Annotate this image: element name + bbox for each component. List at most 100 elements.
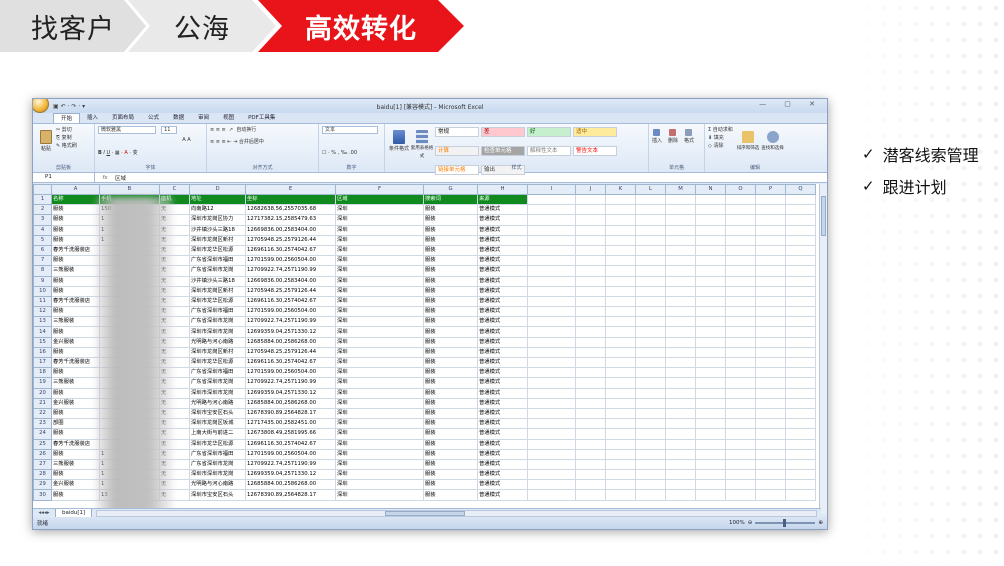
cell[interactable] [725,306,756,318]
cell[interactable]: 广东省深圳市福田 [189,255,246,267]
row-header[interactable]: 27 [33,458,52,471]
cell[interactable] [695,193,726,206]
cell[interactable] [605,285,636,297]
cell[interactable] [785,224,816,236]
merge-center-button[interactable]: 合并后居中 [239,139,264,145]
cell[interactable] [785,469,816,481]
cell[interactable] [605,489,636,501]
cell[interactable] [635,458,666,471]
cell[interactable]: 光明路与河心南路 [189,336,246,348]
font-name-select[interactable]: 微软雅黑 [98,126,156,134]
cell[interactable] [755,367,786,379]
cell[interactable] [527,285,576,297]
row-header[interactable]: 21 [33,397,52,409]
cell[interactable] [695,336,726,348]
cell[interactable] [725,204,756,216]
cell[interactable] [755,387,786,399]
cell[interactable] [785,418,816,430]
vertical-scrollbar[interactable] [819,184,827,514]
cell[interactable] [575,356,606,369]
cell[interactable] [755,438,786,450]
cell[interactable]: 12685884.00,2586268.00 [245,397,336,409]
cell[interactable]: 深圳 [335,234,424,246]
cell[interactable]: 12685884.00,2586268.00 [245,336,336,348]
cell[interactable]: 服装 [51,448,100,460]
cell[interactable] [575,265,606,277]
column-header[interactable]: E [245,184,336,195]
cell[interactable] [605,346,636,359]
cell[interactable] [605,255,636,267]
cell[interactable]: 深圳 [335,438,424,450]
cell[interactable] [785,193,816,206]
cell[interactable] [527,367,576,379]
cell[interactable] [605,387,636,399]
cell[interactable] [725,469,756,481]
cell[interactable]: 深圳 [335,244,424,257]
format-painter-button[interactable]: ✎ 格式刷 [56,142,77,150]
cell[interactable] [695,214,726,226]
cell[interactable]: 普通模式 [477,448,528,460]
cell[interactable]: 普通模式 [477,377,528,389]
cell[interactable] [665,193,696,206]
cell[interactable]: 普通模式 [477,479,528,491]
cell[interactable]: 服装 [423,489,478,501]
cell[interactable]: 服装 [423,224,478,236]
row-header[interactable]: 25 [33,438,52,450]
cell[interactable]: 服装 [423,306,478,318]
cell[interactable] [605,367,636,379]
cell[interactable] [695,346,726,359]
number-format-buttons[interactable]: ☐ · % , ‰ .00 [322,149,381,157]
cell[interactable]: 普通模式 [477,224,528,236]
cell[interactable]: 深圳 [335,336,424,348]
cell[interactable] [725,316,756,328]
cell[interactable] [527,336,576,348]
cell[interactable]: 广东省深圳市福田 [189,306,246,318]
cell[interactable] [635,204,666,216]
cell[interactable]: 金兴服装 [51,397,100,409]
cell[interactable] [755,326,786,338]
cell[interactable]: 普通模式 [477,275,528,287]
cell[interactable] [575,255,606,267]
cell[interactable] [575,418,606,430]
cell[interactable] [695,458,726,471]
cell[interactable]: 深圳市深圳市龙岗 [189,387,246,399]
cell[interactable]: 12699359.04,2571330.12 [245,326,336,338]
cell[interactable] [527,397,576,409]
cell[interactable] [665,458,696,471]
autosum-button[interactable]: Σ 自动求和 [708,126,733,134]
cell[interactable]: 普通模式 [477,326,528,338]
cell[interactable] [575,469,606,481]
cell[interactable] [635,367,666,379]
cell[interactable] [785,316,816,328]
cell[interactable] [695,448,726,460]
cell[interactable] [665,346,696,359]
cell[interactable] [785,275,816,287]
cell[interactable]: 普通模式 [477,469,528,481]
cell[interactable]: 服装 [423,428,478,440]
ribbon-tab[interactable]: 数据 [166,113,191,123]
cell[interactable] [527,234,576,246]
cell[interactable]: 普通模式 [477,428,528,440]
cell[interactable] [665,224,696,236]
cell[interactable] [527,377,576,389]
cell[interactable] [665,275,696,287]
cell[interactable] [695,204,726,216]
cell[interactable]: 服装 [51,428,100,440]
cell[interactable] [575,336,606,348]
cell[interactable] [665,265,696,277]
cell[interactable]: 服装 [423,397,478,409]
header-cell[interactable]: 坐标 [245,193,336,206]
column-header[interactable]: B [99,184,160,195]
find-select-button[interactable]: 查找和选择 [761,126,784,153]
row-header[interactable]: 19 [33,377,52,389]
cell[interactable]: 部圈 [51,418,100,430]
cell[interactable]: 深圳市龙华区松源 [189,244,246,257]
cell[interactable]: 普通模式 [477,336,528,348]
paste-button[interactable]: 粘贴 [36,126,56,153]
cell[interactable] [695,285,726,297]
cell[interactable] [695,418,726,430]
cell[interactable]: 深圳 [335,428,424,440]
cell[interactable]: 服装 [51,326,100,338]
ribbon-tab[interactable]: 开始 [53,113,81,123]
cell[interactable] [635,346,666,359]
